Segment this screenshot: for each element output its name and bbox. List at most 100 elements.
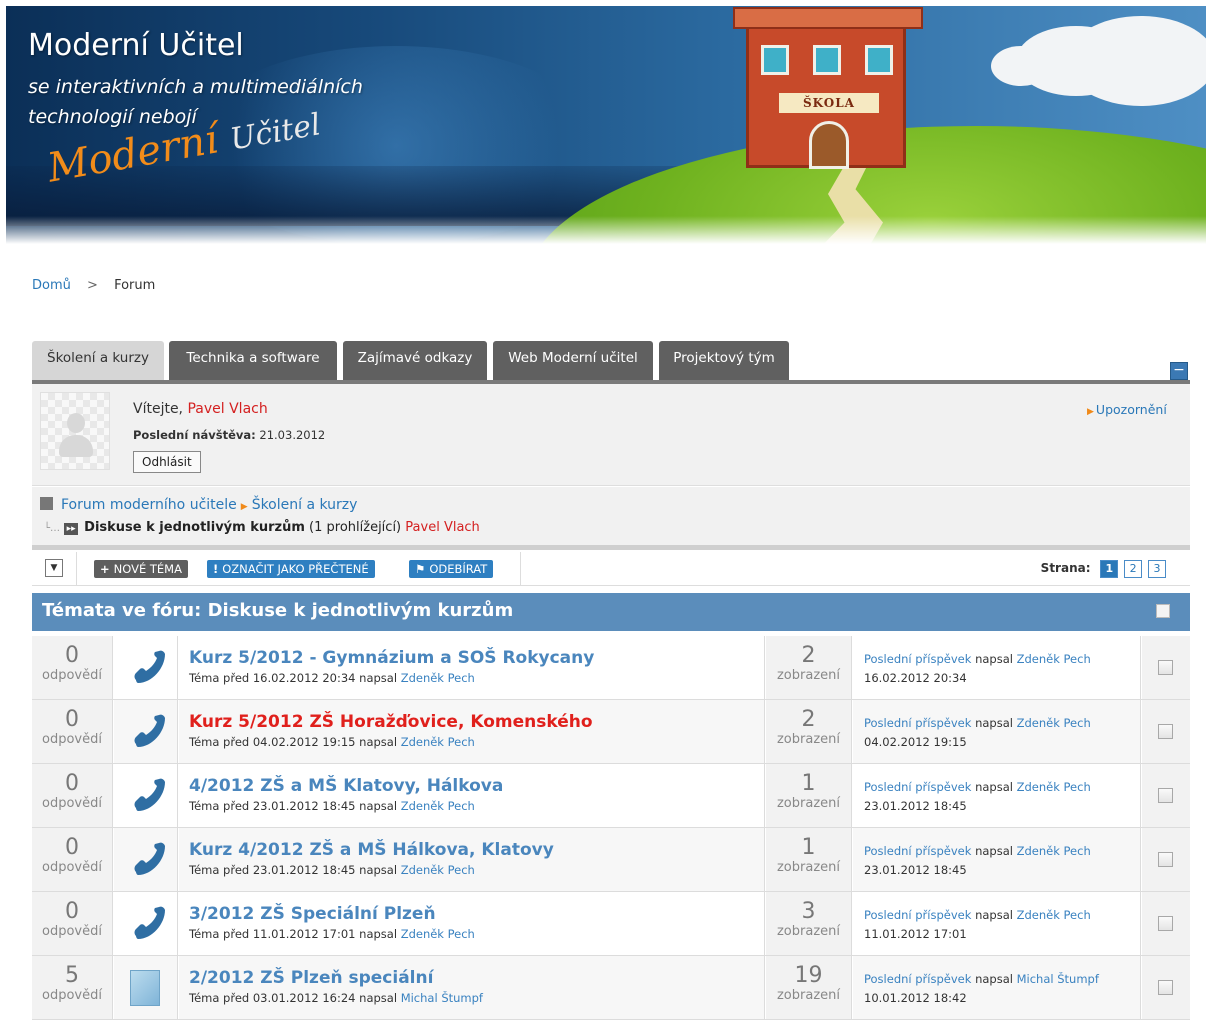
last-post-link[interactable]: Poslední příspěvek xyxy=(864,716,971,730)
topic-meta-prefix: Téma před 23.01.2012 18:45 napsal xyxy=(189,799,398,813)
last-post-link[interactable]: Poslední příspěvek xyxy=(864,780,971,794)
topic-views-label: zobrazení xyxy=(776,988,840,1003)
last-post-line: Poslední příspěvek napsal Michal Štumpf xyxy=(864,972,1099,986)
forum-current-row: └… ▸▸ Diskuse k jednotlivým kurzům (1 pro… xyxy=(44,520,480,535)
last-post-author-link[interactable]: Michal Štumpf xyxy=(1017,972,1099,986)
topic-icon-cell xyxy=(114,636,178,699)
forum-current-title: Diskuse k jednotlivým kurzům xyxy=(84,520,305,535)
page-2-button[interactable]: 2 xyxy=(1124,560,1143,578)
tab-web-moderni-ucitel[interactable]: Web Moderní učitel xyxy=(493,341,653,381)
topic-meta: Téma před 11.01.2012 17:01 napsal Zdeněk… xyxy=(189,927,475,941)
last-post-date: 04.02.2012 19:15 xyxy=(864,735,967,749)
topic-last-post: Poslední příspěvek napsal Michal Štumpf … xyxy=(853,956,1141,1019)
topic-icon-cell xyxy=(114,892,178,955)
tab-projektovy-tym[interactable]: Projektový tým xyxy=(659,341,789,381)
topic-title-link[interactable]: Kurz 4/2012 ZŠ a MŠ Hálkova, Klatovy xyxy=(189,840,554,860)
last-post-author-link[interactable]: Zdeněk Pech xyxy=(1017,652,1091,666)
last-post-line: Poslední příspěvek napsal Zdeněk Pech xyxy=(864,652,1091,666)
topic-replies-label: odpovědí xyxy=(42,860,102,875)
tab-technika-a-software[interactable]: Technika a software xyxy=(169,341,337,381)
topic-author-link[interactable]: Zdeněk Pech xyxy=(401,735,475,749)
last-post-by: napsal xyxy=(975,716,1013,730)
subscribe-button[interactable]: ⚑ Odebírat xyxy=(409,560,494,578)
topic-checkbox[interactable] xyxy=(1158,660,1173,675)
topic-author-link[interactable]: Michal Štumpf xyxy=(401,991,483,1005)
topic-views-count: 1 xyxy=(801,835,816,860)
collapse-icon[interactable]: − xyxy=(1170,362,1188,380)
topic-row: 0 odpovědí Kurz 4/2012 ZŠ a MŠ Hálkova, … xyxy=(32,828,1190,892)
tree-branch-icon: └… xyxy=(44,523,61,534)
topic-author-link[interactable]: Zdeněk Pech xyxy=(401,671,475,685)
school-window xyxy=(813,45,841,75)
select-all-checkbox[interactable] xyxy=(1156,604,1170,618)
topic-replies: 0 odpovědí xyxy=(32,700,113,763)
chevron-down-icon[interactable]: ▼ xyxy=(45,559,63,577)
topic-replies-label: odpovědí xyxy=(42,924,102,939)
topic-views-count: 2 xyxy=(801,707,816,732)
last-post-link[interactable]: Poslední příspěvek xyxy=(864,652,971,666)
cloud xyxy=(991,46,1051,86)
topic-title-link[interactable]: 4/2012 ZŠ a MŠ Klatovy, Hálkova xyxy=(189,776,503,796)
last-post-line: Poslední příspěvek napsal Zdeněk Pech xyxy=(864,844,1091,858)
topic-views: 2 zobrazení xyxy=(766,636,852,699)
breadcrumb-home-link[interactable]: Domů xyxy=(32,278,71,293)
topic-author-link[interactable]: Zdeněk Pech xyxy=(401,799,475,813)
topic-checkbox[interactable] xyxy=(1158,788,1173,803)
topic-replies-label: odpovědí xyxy=(42,988,102,1003)
last-post-link[interactable]: Poslední příspěvek xyxy=(864,972,971,986)
last-post-link[interactable]: Poslední příspěvek xyxy=(864,908,971,922)
last-post-author-link[interactable]: Zdeněk Pech xyxy=(1017,780,1091,794)
notifications-link[interactable]: ▶ Upozornění xyxy=(1087,402,1167,417)
user-name-link[interactable]: Pavel Vlach xyxy=(187,401,267,417)
pagination-label: Strana: xyxy=(1040,561,1091,575)
topic-replies-count: 0 xyxy=(65,771,79,796)
last-post-date: 10.01.2012 18:42 xyxy=(864,991,967,1005)
page-1-button[interactable]: 1 xyxy=(1100,560,1119,578)
school-door xyxy=(809,121,849,169)
last-post-by: napsal xyxy=(975,652,1013,666)
phone-icon xyxy=(134,842,165,875)
last-post-author-link[interactable]: Zdeněk Pech xyxy=(1017,908,1091,922)
tab-zajimave-odkazy[interactable]: Zajímavé odkazy xyxy=(343,341,487,381)
logout-button[interactable]: Odhlásit xyxy=(133,451,201,473)
welcome-text: Vítejte, Pavel Vlach xyxy=(133,401,268,417)
pagination: Strana: 1 2 3 xyxy=(1041,560,1166,578)
last-post-author-link[interactable]: Zdeněk Pech xyxy=(1017,716,1091,730)
topic-meta-prefix: Téma před 11.01.2012 17:01 napsal xyxy=(189,927,398,941)
phone-icon xyxy=(134,650,165,683)
topic-select-cell xyxy=(1142,956,1190,1019)
topic-title-link[interactable]: 2/2012 ZŠ Plzeň speciální xyxy=(189,968,433,988)
topic-checkbox[interactable] xyxy=(1158,980,1173,995)
topic-replies-label: odpovědí xyxy=(42,796,102,811)
topic-title-link[interactable]: Kurz 5/2012 ZŠ Horažďovice, Komenského xyxy=(189,712,593,732)
forum-viewer-name[interactable]: Pavel Vlach xyxy=(405,520,480,535)
topic-title-link[interactable]: 3/2012 ZŠ Speciální Plzeň xyxy=(189,904,436,924)
topic-checkbox[interactable] xyxy=(1158,852,1173,867)
plus-icon: + xyxy=(100,562,110,576)
topic-author-link[interactable]: Zdeněk Pech xyxy=(401,927,475,941)
subscribe-label: Odebírat xyxy=(429,562,488,576)
mark-read-label: Označit jako přečtené xyxy=(222,562,369,576)
mark-read-button[interactable]: ! Označit jako přečtené xyxy=(207,560,375,578)
last-post-line: Poslední příspěvek napsal Zdeněk Pech xyxy=(864,716,1091,730)
page-3-button[interactable]: 3 xyxy=(1148,560,1166,578)
topic-replies-count: 0 xyxy=(65,643,79,668)
avatar-head xyxy=(67,413,85,433)
tab-skoleni-a-kurzy[interactable]: Školení a kurzy xyxy=(32,341,164,381)
new-topic-button[interactable]: + Nové téma xyxy=(94,560,188,578)
last-post-author-link[interactable]: Zdeněk Pech xyxy=(1017,844,1091,858)
topic-meta: Téma před 23.01.2012 18:45 napsal Zdeněk… xyxy=(189,799,475,813)
forum-category-link[interactable]: Školení a kurzy xyxy=(252,497,358,513)
topic-meta-prefix: Téma před 03.01.2012 16:24 napsal xyxy=(189,991,398,1005)
topic-title-link[interactable]: Kurz 5/2012 - Gymnázium a SOŠ Rokycany xyxy=(189,648,594,668)
topic-last-post: Poslední příspěvek napsal Zdeněk Pech 04… xyxy=(853,700,1141,763)
topic-views-count: 3 xyxy=(801,899,816,924)
forum-root-link[interactable]: Forum moderního učitele xyxy=(61,497,237,513)
toolbar-divider xyxy=(76,552,77,586)
topic-checkbox[interactable] xyxy=(1158,916,1173,931)
topic-replies: 0 odpovědí xyxy=(32,892,113,955)
last-post-link[interactable]: Poslední příspěvek xyxy=(864,844,971,858)
topic-views: 3 zobrazení xyxy=(766,892,852,955)
topic-checkbox[interactable] xyxy=(1158,724,1173,739)
topic-author-link[interactable]: Zdeněk Pech xyxy=(401,863,475,877)
